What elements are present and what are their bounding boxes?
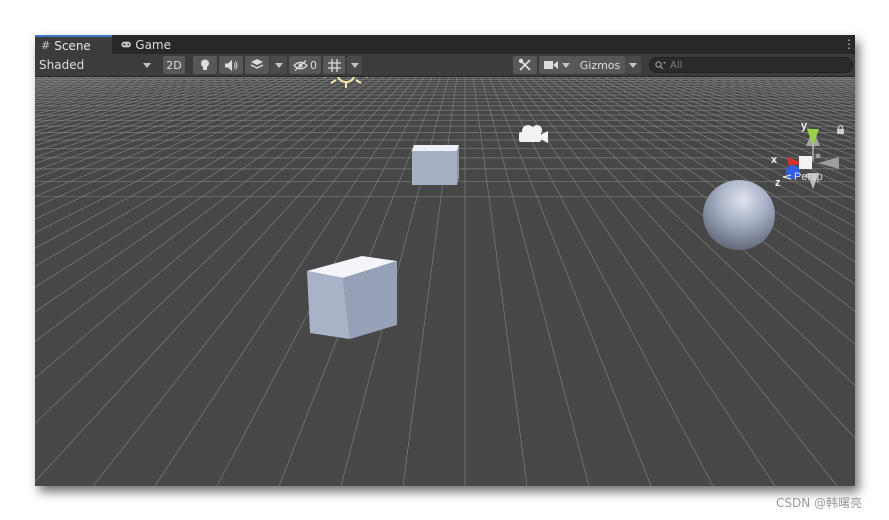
chevron-down-icon — [562, 62, 570, 68]
video-camera-icon — [544, 61, 558, 69]
scene-window: # Scene Game ⋮ Shaded 2D 0 Gizmos All y … — [35, 35, 855, 486]
gamepad-icon — [121, 41, 131, 48]
tools-icon — [518, 58, 531, 71]
watermark: CSDN @韩曙亮 — [776, 496, 863, 510]
effects-button[interactable] — [245, 56, 269, 74]
tab-game-label: Game — [135, 37, 171, 52]
toggle-2d-button[interactable]: 2D — [163, 56, 185, 74]
axis-x-label: x — [771, 154, 778, 166]
tab-game[interactable]: Game — [115, 35, 177, 54]
gizmos-label: Gizmos — [579, 58, 621, 72]
chevron-down-icon — [274, 62, 283, 68]
camera-settings-button[interactable] — [539, 56, 575, 74]
shading-mode-label: Shaded — [39, 58, 85, 72]
more-options-icon[interactable]: ⋮ — [843, 37, 855, 52]
grid-dropdown[interactable] — [347, 56, 362, 74]
grid-snap-icon — [327, 58, 341, 72]
tab-bar: # Scene Game ⋮ — [35, 35, 855, 54]
search-icon — [655, 60, 666, 69]
gizmos-dropdown[interactable] — [625, 56, 641, 74]
camera-gizmo-icon — [519, 125, 548, 143]
axis-z-label: z — [775, 177, 781, 189]
grid-icon: # — [41, 39, 51, 52]
chevron-down-icon — [143, 63, 151, 68]
projection-label: Persp — [794, 171, 823, 183]
scene-viewport[interactable]: y x z Persp — [35, 77, 855, 486]
search-field[interactable]: All — [649, 57, 853, 73]
tools-button[interactable] — [513, 56, 537, 74]
chevron-down-icon — [350, 62, 359, 68]
toggle-2d-label: 2D — [166, 58, 182, 72]
cube-far — [412, 145, 459, 185]
eye-slash-icon — [293, 59, 308, 71]
chevron-down-icon — [629, 62, 637, 68]
lock-icon[interactable] — [837, 125, 844, 134]
lightbulb-icon — [201, 59, 209, 70]
hidden-count: 0 — [310, 58, 317, 72]
grid-toggle-button[interactable] — [323, 56, 345, 74]
shading-mode-dropdown[interactable]: Shaded — [35, 54, 157, 76]
sphere — [703, 180, 775, 250]
hidden-objects-toggle[interactable]: 0 — [289, 56, 321, 74]
speaker-icon — [224, 59, 237, 71]
scene-audio-button[interactable] — [219, 56, 243, 74]
scene-canvas[interactable]: y x z Persp — [35, 77, 855, 486]
gizmos-button[interactable]: Gizmos — [575, 56, 625, 74]
layers-icon — [250, 59, 264, 69]
effects-dropdown[interactable] — [270, 56, 287, 74]
floor-grid — [35, 77, 855, 486]
tab-scene-label: Scene — [54, 38, 91, 53]
axis-y-label: y — [801, 120, 808, 132]
scene-lighting-button[interactable] — [193, 56, 217, 74]
tab-scene[interactable]: # Scene — [35, 35, 112, 54]
cube-near — [307, 256, 397, 339]
scene-toolbar: Shaded 2D 0 Gizmos All — [35, 54, 855, 77]
search-placeholder: All — [670, 59, 683, 71]
